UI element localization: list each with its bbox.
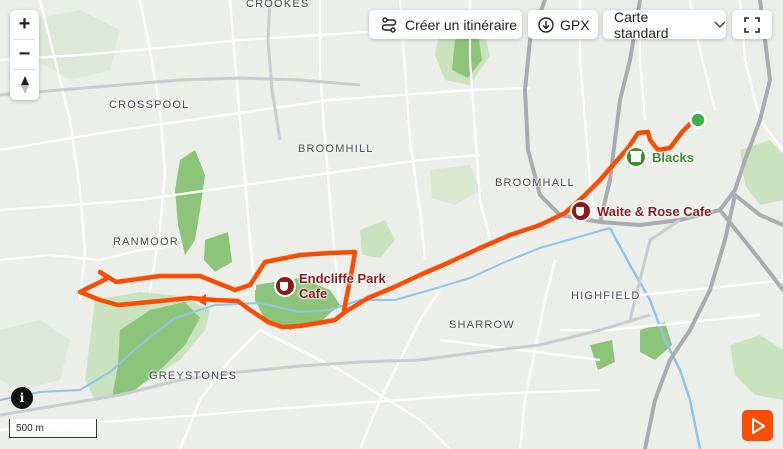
start-marker[interactable] — [689, 111, 707, 129]
create-route-label: Créer un itinéraire — [405, 16, 518, 33]
download-icon — [538, 16, 554, 33]
compass-icon — [20, 75, 29, 94]
chevron-down-icon — [714, 21, 726, 28]
endcliffe-cafe-marker[interactable] — [274, 275, 296, 297]
map-style-select[interactable]: Carte standard — [603, 8, 726, 41]
poi-label-endcliffe-park-cafe[interactable]: Endcliffe Park Cafe — [299, 271, 386, 301]
place-label-crookes: CROOKES — [246, 0, 310, 10]
plus-icon: + — [18, 13, 31, 35]
poi-label-waite-rose-cafe[interactable]: Waite & Rose Cafe — [597, 204, 711, 219]
gpx-label: GPX — [560, 16, 590, 33]
fullscreen-button[interactable] — [732, 10, 772, 39]
map-canvas[interactable] — [0, 0, 783, 449]
create-route-button[interactable]: Créer un itinéraire — [369, 10, 522, 39]
place-label-broomhill: BROOMHILL — [298, 143, 374, 155]
play-icon — [751, 417, 765, 434]
zoom-out-button[interactable]: − — [10, 40, 39, 69]
fullscreen-icon — [744, 16, 760, 33]
compass-button[interactable] — [10, 70, 39, 99]
minus-icon: − — [18, 43, 31, 65]
gpx-button[interactable]: GPX — [528, 10, 598, 39]
info-button[interactable]: i — [11, 387, 33, 409]
place-label-sharrow: SHARROW — [449, 319, 515, 331]
map-style-label: Carte standard — [614, 8, 669, 41]
place-label-greystones: GREYSTONES — [149, 370, 238, 382]
waite-rose-cafe-marker[interactable] — [570, 200, 592, 222]
place-label-highfield: HIGHFIELD — [571, 290, 641, 302]
blacks-shop-marker[interactable] — [625, 146, 647, 168]
play-flyover-button[interactable] — [742, 410, 773, 441]
route-icon — [381, 16, 397, 33]
place-label-crosspool: CROSSPOOL — [109, 99, 190, 111]
place-label-broomhall: BROOMHALL — [495, 177, 575, 189]
poi-label-blacks[interactable]: Blacks — [652, 150, 694, 165]
info-icon: i — [19, 391, 25, 405]
scale-bar: 500 m — [9, 419, 97, 438]
scale-label: 500 m — [16, 423, 44, 434]
zoom-controls: + − — [10, 10, 39, 100]
place-label-ranmoor: RANMOOR — [113, 236, 179, 248]
zoom-in-button[interactable]: + — [10, 10, 39, 39]
